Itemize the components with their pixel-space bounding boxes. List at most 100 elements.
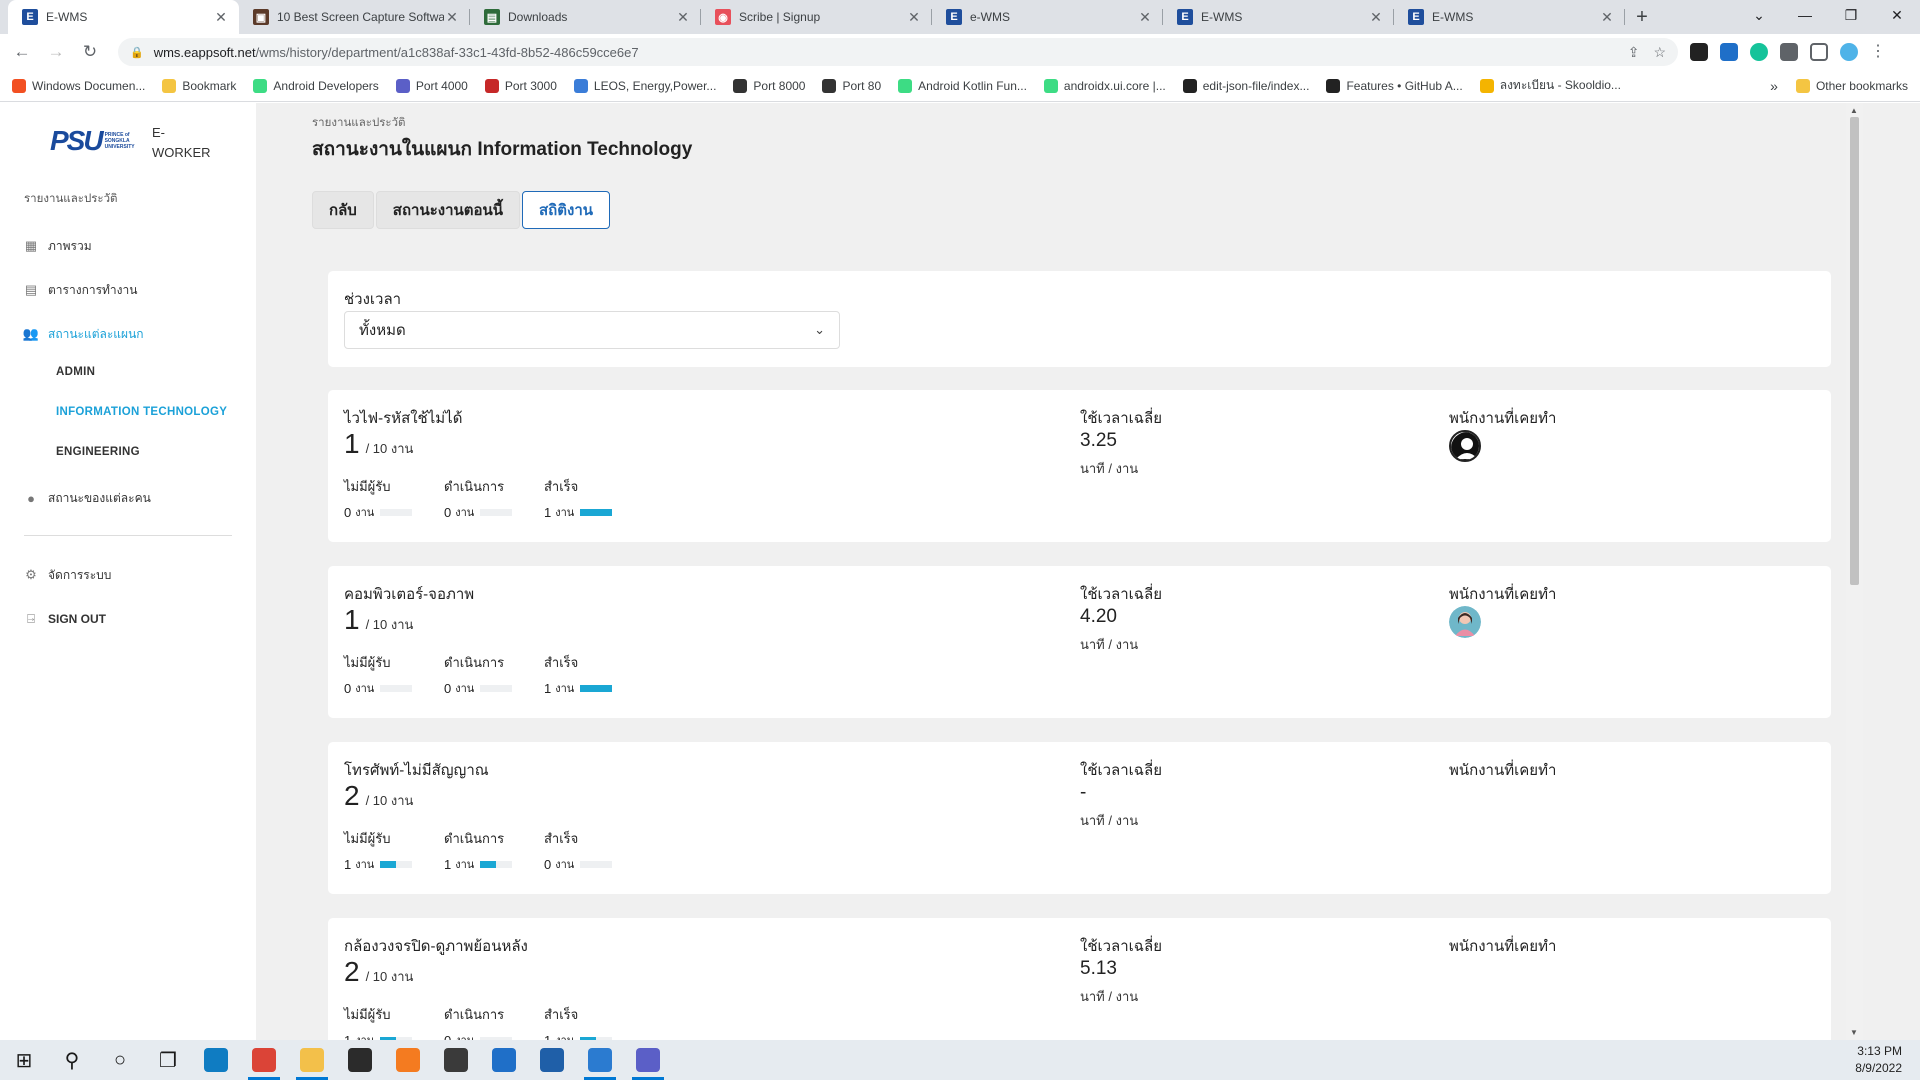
close-tab-icon[interactable]: ✕ (906, 9, 922, 26)
bookmark-item[interactable]: Port 3000 (484, 78, 557, 93)
browser-tab[interactable]: ◉ Scribe | Signup ✕ (701, 0, 932, 34)
bookmark-item[interactable]: Android Developers (253, 78, 379, 93)
sidebar-item-schedule[interactable]: ▤ ตารางการทำงาน (0, 279, 256, 301)
close-tab-icon[interactable]: ✕ (1368, 9, 1384, 26)
extension-grammarly-icon[interactable] (1750, 43, 1768, 61)
side-panel-icon[interactable] (1810, 43, 1828, 61)
start-icon[interactable]: ⊞ (0, 1040, 48, 1080)
close-tab-icon[interactable]: ✕ (1599, 9, 1615, 26)
search-icon[interactable]: ⚲ (48, 1040, 96, 1080)
tab-search-icon[interactable]: ⌄ (1736, 0, 1782, 30)
employee-avatar[interactable] (1449, 430, 1481, 462)
close-tab-icon[interactable]: ✕ (1137, 9, 1153, 26)
browser-tab[interactable]: ▣ 10 Best Screen Capture Software ✕ (239, 0, 470, 34)
bookmark-item[interactable]: Bookmark (162, 78, 236, 93)
tab-back[interactable]: กลับ (312, 191, 374, 229)
cortana-icon[interactable]: ○ (96, 1040, 144, 1080)
tab-statistics[interactable]: สถิติงาน (522, 191, 611, 229)
back-button[interactable]: ← (8, 38, 36, 66)
maximize-button[interactable]: ❐ (1828, 0, 1874, 30)
browser-tab[interactable]: Ee-WMS ✕ (932, 0, 1163, 34)
bookmark-item[interactable]: Port 80 (822, 78, 881, 93)
other-bookmarks[interactable]: Other bookmarks (1795, 78, 1908, 93)
mail-icon[interactable] (480, 1040, 528, 1080)
extension-key-icon[interactable] (1720, 43, 1738, 61)
close-tab-icon[interactable]: ✕ (213, 9, 229, 26)
sidebar-item-signout[interactable]: ⍈ SIGN OUT (0, 608, 256, 630)
scrollbar-thumb[interactable] (1850, 117, 1859, 585)
browser-tab[interactable]: ▤ Downloads ✕ (470, 0, 701, 34)
stat-progress-bar (380, 860, 413, 868)
sidebar-item-label: สถานะของแต่ละคน (48, 490, 151, 505)
bookmark-label: Port 8000 (753, 78, 806, 93)
minimize-button[interactable]: — (1782, 0, 1828, 30)
bookmark-item[interactable]: Windows Documen... (12, 78, 145, 93)
task-view-icon[interactable]: ❐ (144, 1040, 192, 1080)
reload-button[interactable]: ↻ (76, 38, 104, 66)
bookmark-favicon-icon (1182, 78, 1197, 93)
share-icon[interactable]: ⇪ (1628, 44, 1640, 61)
lock-icon[interactable]: 🔒 (130, 46, 144, 59)
sidebar-item-department-status[interactable]: 👥 สถานะแต่ละแผนก (0, 323, 256, 345)
sidebar-subitem-information-technology[interactable]: INFORMATION TECHNOLOGY (56, 406, 227, 418)
chrome-icon[interactable] (240, 1040, 288, 1080)
vscode-icon[interactable] (576, 1040, 624, 1080)
bookmark-item[interactable]: androidx.ui.core |... (1043, 78, 1166, 93)
task-stat-card: โทรศัพท์-ไม่มีสัญญาณ 2/ 10 งาน ไม่มีผู้รับ… (328, 742, 1831, 894)
bookmark-item[interactable]: Features • GitHub A... (1326, 78, 1463, 93)
sidebar-subitem-admin[interactable]: ADMIN (56, 366, 95, 378)
bookmark-favicon-icon (822, 78, 837, 93)
bookmark-star-icon[interactable]: ☆ (1653, 44, 1666, 61)
scroll-up-arrow[interactable]: ▲ (1850, 106, 1858, 115)
sidebar-subitem-engineering[interactable]: ENGINEERING (56, 446, 140, 458)
close-tab-icon[interactable]: ✕ (444, 9, 460, 26)
bookmark-item[interactable]: Android Kotlin Fun... (898, 78, 1027, 93)
address-bar[interactable]: 🔒 wms.eappsoft.net/wms/history/departmen… (118, 38, 1678, 66)
stat-value: 0 (344, 680, 352, 696)
page-scrollbar[interactable]: ▲ ▼ (1846, 103, 1863, 1040)
scroll-down-arrow[interactable]: ▼ (1850, 1028, 1858, 1037)
browser-tab[interactable]: E E-WMS ✕ (1163, 0, 1394, 34)
stat-unit: งาน (455, 859, 475, 871)
new-tab-button[interactable]: + (1625, 0, 1659, 34)
avg-time-label: ใช้เวลาเฉลี่ย (1080, 410, 1162, 427)
edge-icon[interactable] (192, 1040, 240, 1080)
bookmark-item[interactable]: ลงทะเบียน - Skooldio... (1479, 76, 1621, 95)
sidebar-item-person-status[interactable]: ● สถานะของแต่ละคน (0, 487, 256, 509)
store-icon[interactable] (528, 1040, 576, 1080)
bookmark-label: edit-json-file/index... (1202, 78, 1310, 93)
extensions-puzzle-icon[interactable] (1780, 43, 1798, 61)
bookmark-item[interactable]: edit-json-file/index... (1182, 78, 1310, 93)
sidebar-item-overview[interactable]: ▦ ภาพรวม (0, 235, 256, 257)
chrome-menu-icon[interactable]: ⋮ (1870, 43, 1886, 61)
close-window-button[interactable]: ✕ (1874, 0, 1920, 30)
teams-icon[interactable] (624, 1040, 672, 1080)
stat-unit: งาน (555, 683, 575, 695)
xampp-icon[interactable] (384, 1040, 432, 1080)
bookmarks-overflow-icon[interactable]: » (1770, 78, 1778, 94)
bookmark-label: Features • GitHub A... (1346, 78, 1463, 93)
extension-react-icon[interactable] (1690, 43, 1708, 61)
browser-tab[interactable]: E E-WMS ✕ (8, 0, 239, 34)
bookmark-item[interactable]: Port 8000 (733, 78, 806, 93)
forward-button[interactable]: → (42, 38, 70, 66)
task-count: 1/ 10 งาน (344, 428, 414, 459)
tab-title: E-WMS (1432, 10, 1474, 24)
stat-value: 0 (444, 504, 452, 520)
tab-current-status[interactable]: สถานะงานตอนนี้ (375, 191, 521, 229)
stat-done: สำเร็จ 0 งาน (544, 828, 654, 873)
bookmark-item[interactable]: LEOS, Energy,Power... (573, 78, 716, 93)
period-select[interactable]: ทั้งหมด ⌄ (344, 311, 840, 349)
file-explorer-icon[interactable] (288, 1040, 336, 1080)
bookmark-item[interactable]: Port 4000 (395, 78, 468, 93)
sidebar-item-settings[interactable]: ⚙ จัดการระบบ (0, 564, 256, 586)
profile-avatar[interactable] (1840, 43, 1858, 61)
system-clock[interactable]: 3:13 PM 8/9/2022 (1855, 1043, 1902, 1077)
bookmark-favicon-icon (1479, 78, 1494, 93)
tab-title: Downloads (508, 10, 568, 24)
close-tab-icon[interactable]: ✕ (675, 9, 691, 26)
browser-tab[interactable]: E E-WMS ✕ (1394, 0, 1625, 34)
terminal-icon[interactable] (336, 1040, 384, 1080)
employee-avatar[interactable] (1449, 606, 1481, 638)
live-icon[interactable] (432, 1040, 480, 1080)
